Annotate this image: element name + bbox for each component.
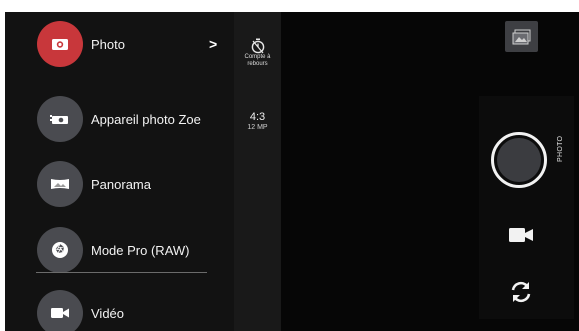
mode-item-video[interactable]: Vidéo [5, 289, 234, 331]
camera-icon [37, 21, 83, 67]
mode-label-photo: Photo [91, 36, 125, 52]
video-camera-icon [37, 290, 83, 331]
timer-label-line2: rebours [247, 61, 268, 67]
gallery-thumbnail-button[interactable] [505, 21, 538, 52]
mode-item-panorama[interactable]: Panorama [5, 160, 234, 208]
mode-item-photo[interactable]: Photo > [5, 20, 234, 68]
mode-item-zoe[interactable]: Appareil photo Zoe [5, 95, 234, 143]
mode-label-pro: Mode Pro (RAW) [91, 242, 190, 258]
settings-strip: Compte à rebours 4:3 12 MP [234, 12, 281, 331]
mode-label-panorama: Panorama [91, 176, 151, 192]
shutter-mode-label: PHOTO [557, 135, 564, 162]
shutter-inner [497, 138, 541, 182]
mode-menu: Photo > Appareil photo Zoe Panorama Mode… [5, 12, 234, 331]
countdown-timer-button[interactable]: Compte à rebours [234, 38, 281, 68]
shutter-button[interactable] [491, 132, 547, 188]
aperture-icon [37, 227, 83, 273]
chevron-right-icon: > [209, 36, 218, 52]
video-camera-icon [509, 228, 533, 242]
resolution-button[interactable]: 4:3 12 MP [234, 111, 281, 132]
mode-item-pro[interactable]: Mode Pro (RAW) [5, 226, 234, 274]
panorama-icon [37, 161, 83, 207]
mode-label-video: Vidéo [91, 305, 125, 321]
gallery-icon [512, 29, 530, 44]
menu-divider [36, 272, 207, 273]
zoe-camera-icon [37, 96, 83, 142]
resolution-value: 12 MP [247, 124, 268, 131]
switch-camera-icon [511, 281, 531, 303]
mode-label-zoe: Appareil photo Zoe [91, 111, 201, 127]
switch-camera-button[interactable] [508, 279, 534, 305]
aspect-ratio-value: 4:3 [249, 111, 266, 123]
record-video-button[interactable] [508, 226, 534, 244]
timer-icon [251, 38, 264, 54]
timer-label-line1: Compte à [244, 54, 271, 60]
